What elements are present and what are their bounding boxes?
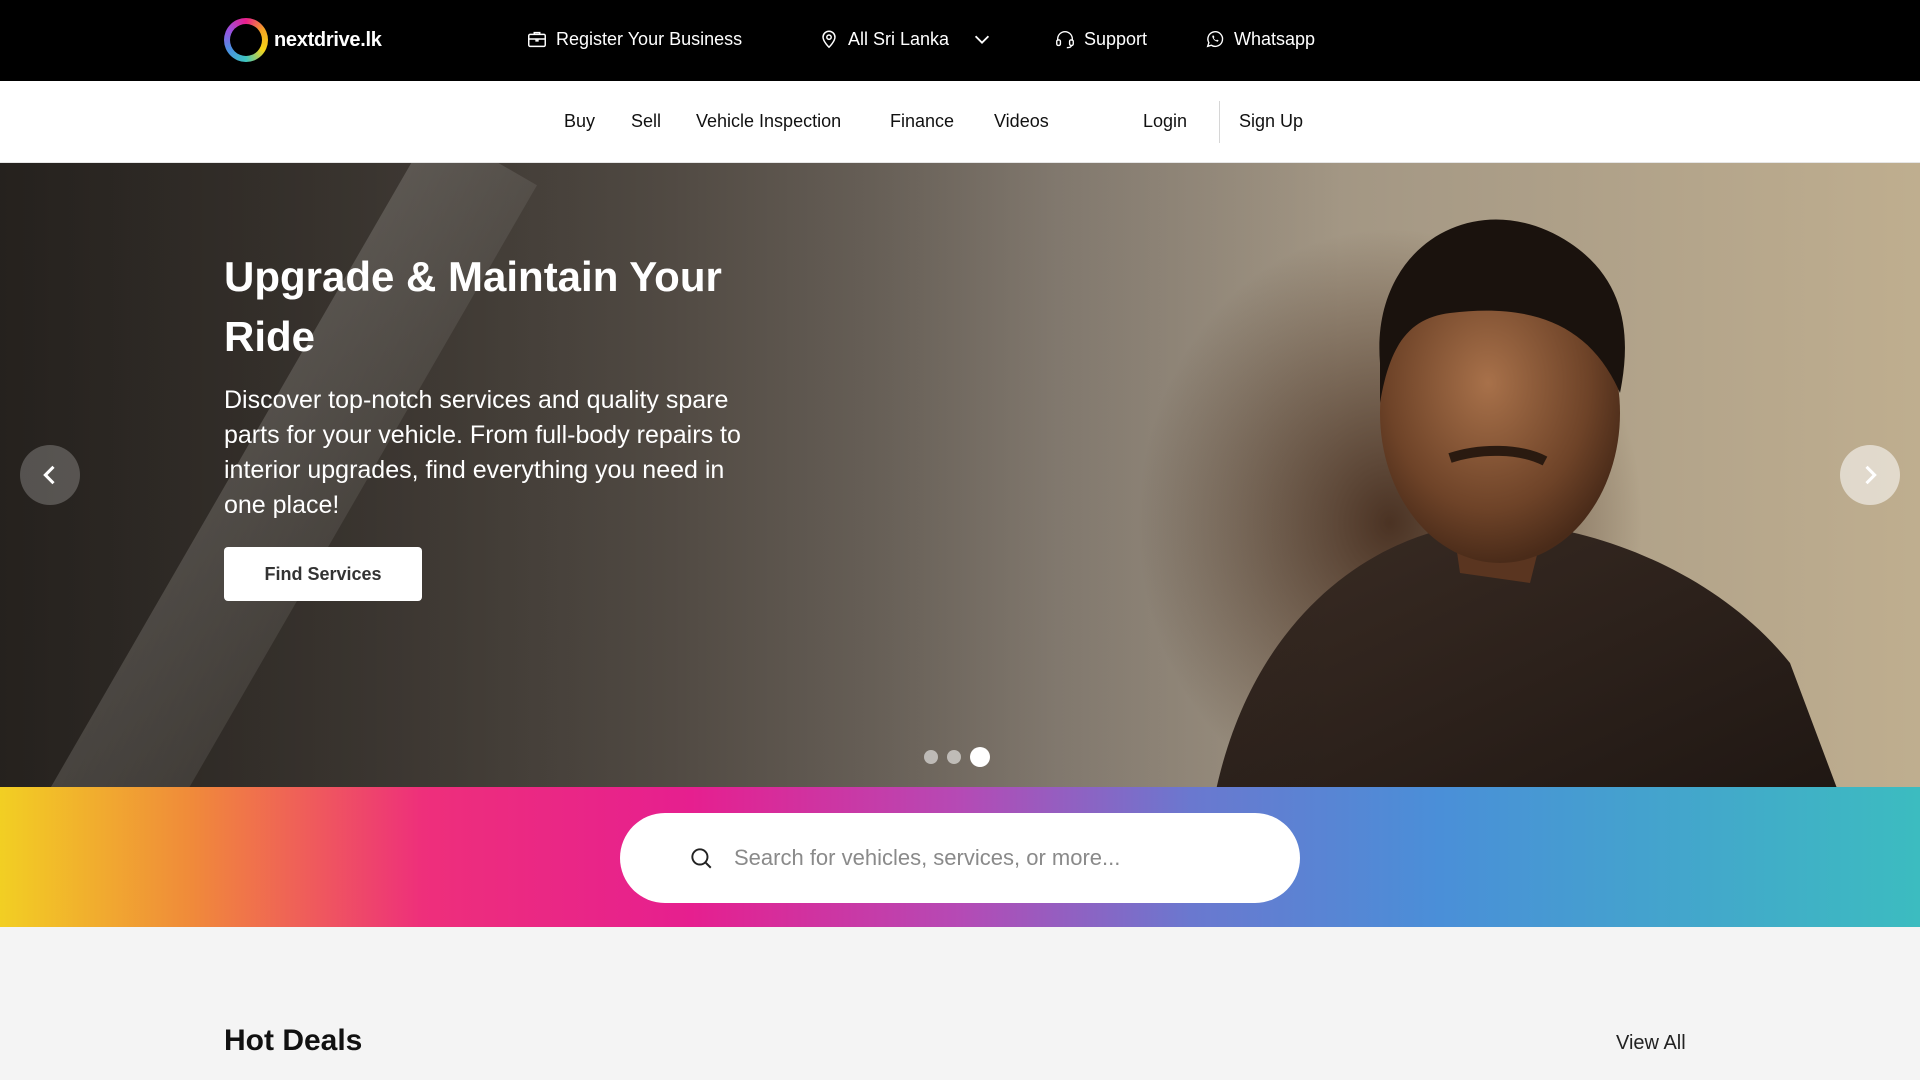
search-icon [691, 848, 712, 869]
chevron-down-icon [974, 35, 990, 44]
briefcase-icon [528, 31, 546, 48]
nav-item-videos[interactable]: Videos [994, 111, 1049, 132]
main-nav: Buy Sell Vehicle Inspection Finance Vide… [0, 81, 1920, 163]
carousel-next-button[interactable] [1840, 445, 1900, 505]
nav-item-vehicle-inspection[interactable]: Vehicle Inspection [696, 111, 841, 132]
support-link[interactable]: Support [1054, 28, 1147, 50]
nav-divider [1219, 101, 1220, 143]
view-all-link[interactable]: View All [1616, 1032, 1686, 1055]
hero-description: Discover top-notch services and quality … [224, 386, 741, 519]
nav-item-finance[interactable]: Finance [890, 111, 954, 132]
hero-carousel: Upgrade & Maintain Your Ride Discover to… [0, 163, 1920, 787]
signup-link[interactable]: Sign Up [1239, 111, 1303, 132]
nav-item-sell[interactable]: Sell [631, 111, 661, 132]
support-label: Support [1084, 28, 1148, 49]
whatsapp-icon [1206, 31, 1224, 48]
login-link[interactable]: Login [1143, 111, 1187, 132]
hot-deals-title: Hot Deals [224, 1024, 363, 1057]
headset-icon [1056, 31, 1074, 49]
search-box[interactable] [620, 813, 1300, 903]
carousel-prev-button[interactable] [20, 445, 80, 505]
logo-ring-icon [224, 18, 268, 62]
search-input[interactable] [734, 845, 1214, 871]
logo-text: nextdrive.lk [274, 28, 382, 51]
whatsapp-label: Whatsapp [1234, 28, 1316, 49]
site-logo[interactable]: nextdrive.lk [224, 18, 382, 62]
register-business-link[interactable]: Register Your Business [526, 28, 742, 50]
nav-item-buy[interactable]: Buy [564, 111, 595, 132]
carousel-dot-1[interactable] [924, 750, 938, 764]
top-bar: nextdrive.lk Register Your Business All … [0, 0, 1920, 81]
location-label: All Sri Lanka [848, 28, 950, 49]
whatsapp-link[interactable]: Whatsapp [1204, 28, 1315, 50]
carousel-dot-3[interactable] [970, 747, 990, 767]
carousel-dot-2[interactable] [947, 750, 961, 764]
hero-title: Upgrade & Maintain Your Ride [224, 253, 722, 360]
location-selector[interactable]: All Sri Lanka [818, 28, 993, 50]
arrow-right-icon [1865, 465, 1877, 485]
find-services-button[interactable]: Find Services [224, 547, 422, 601]
location-pin-icon [822, 30, 836, 49]
arrow-left-icon [43, 465, 55, 485]
register-business-label: Register Your Business [556, 28, 743, 49]
search-band [0, 787, 1920, 927]
carousel-indicators [924, 747, 990, 767]
